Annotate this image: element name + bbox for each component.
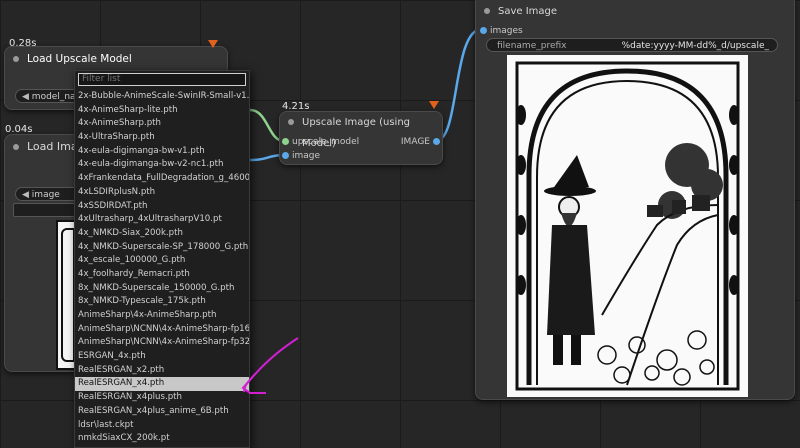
annotation-arrow: [241, 337, 299, 394]
